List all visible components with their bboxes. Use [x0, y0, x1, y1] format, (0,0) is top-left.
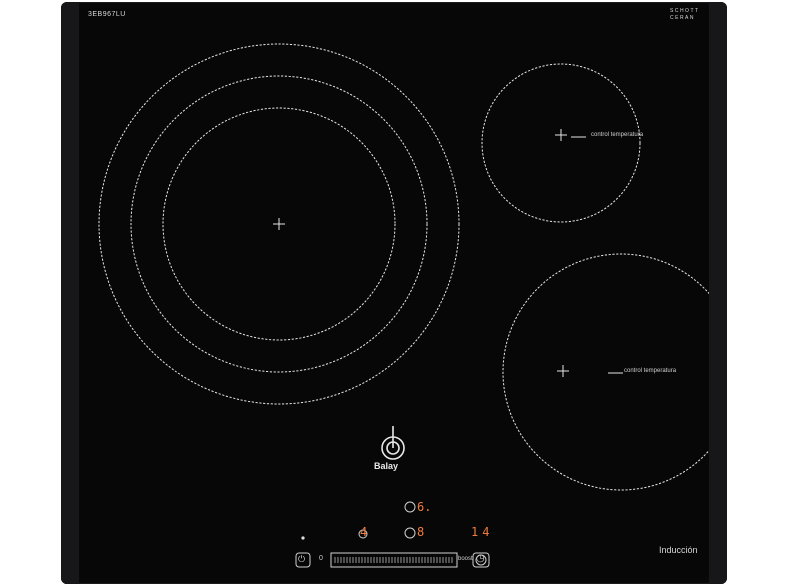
model-code: 3EB967LU: [88, 11, 126, 18]
scale-zero-label: 0: [319, 555, 323, 562]
center-top-display: 6.: [417, 500, 432, 514]
center-bottom-display: 8: [417, 525, 425, 539]
left-display: 4: [360, 525, 368, 539]
brand-name: Balay: [374, 461, 399, 471]
glass-brand: SCHOTT CERAN: [670, 8, 700, 22]
timer-icon[interactable]: ◷: [476, 553, 485, 564]
small-zone-center-mark: [555, 129, 586, 141]
small-cooking-zone[interactable]: [481, 63, 641, 223]
indicator-dot: [301, 536, 305, 540]
top-right-zone-label: control temperatura: [591, 132, 644, 138]
medium-zone-center-mark: [557, 365, 623, 377]
bottom-right-zone-label: control temperatura: [624, 368, 677, 374]
glass-brand-line1: SCHOTT: [670, 8, 700, 14]
glass-brand-line2: CERAN: [670, 15, 696, 21]
large-zone-center-mark: [273, 218, 285, 230]
center-top-zone-select: [404, 501, 416, 513]
medium-cooking-zone[interactable]: [502, 253, 727, 491]
induction-hob: 3EB967LU SCHOTT CERAN control temperatur…: [61, 2, 727, 584]
induction-label: Inducción: [659, 545, 698, 555]
hob-markings: [98, 43, 727, 568]
center-bottom-zone-select: [404, 527, 416, 539]
power-icon[interactable]: ⏻: [298, 554, 305, 565]
power-slider[interactable]: [334, 557, 453, 563]
brand-logo: [381, 426, 405, 460]
boost-button[interactable]: boost: [458, 556, 473, 562]
right-display: 14: [471, 525, 494, 539]
